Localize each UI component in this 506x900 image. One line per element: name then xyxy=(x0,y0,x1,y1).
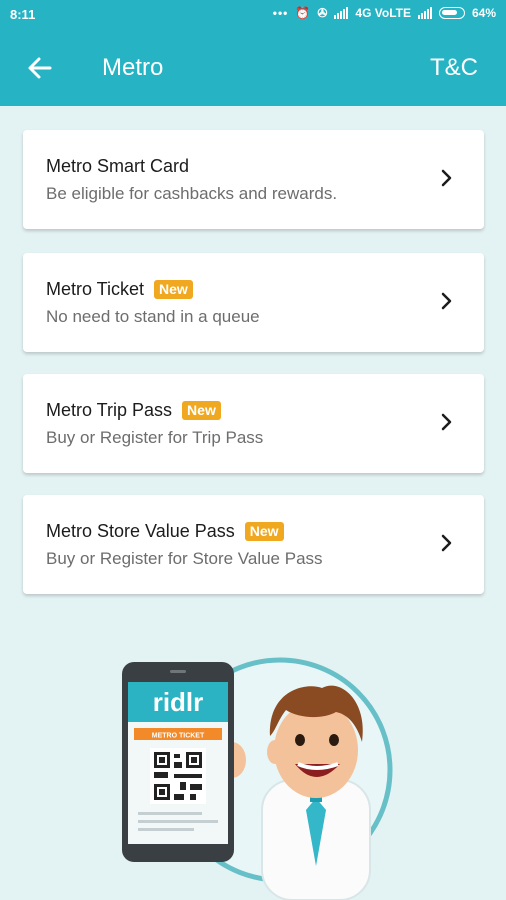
network-type: 4G VoLTE xyxy=(355,6,411,20)
back-arrow-icon[interactable] xyxy=(24,52,56,84)
battery-icon xyxy=(438,7,465,19)
chevron-right-icon xyxy=(441,413,452,431)
card-title: Metro Ticket xyxy=(46,279,145,299)
tnc-button[interactable]: T&C xyxy=(430,54,478,82)
page-title: Metro xyxy=(102,54,164,81)
new-badge: New xyxy=(244,522,284,541)
ticket-label: METRO TICKET xyxy=(152,733,205,740)
card-title: Metro Smart Card xyxy=(46,156,190,176)
status-bar: 8:11 ••• ⏰ ✇ 4G VoLTE 64% xyxy=(0,0,506,30)
metro-store-value-pass-option[interactable]: Metro Store Value Pass New Buy or Registe… xyxy=(23,495,484,594)
status-time: 8:11 xyxy=(10,7,36,22)
new-badge: New xyxy=(182,401,221,420)
signal-icon-2 xyxy=(417,7,432,19)
card-subtitle: Buy or Register for Trip Pass xyxy=(46,428,264,447)
card-subtitle: No need to stand in a queue xyxy=(46,307,260,326)
chevron-right-icon xyxy=(441,292,452,310)
card-subtitle: Buy or Register for Store Value Pass xyxy=(46,549,323,568)
metro-ticket-illustration: ridlr METRO TICKET xyxy=(122,657,393,900)
app-bar: Metro T&C xyxy=(0,30,506,106)
chevron-right-icon xyxy=(441,534,452,552)
alarm-icon: ⏰ xyxy=(295,6,311,20)
signal-icon xyxy=(334,7,349,19)
card-title: Metro Store Value Pass xyxy=(46,521,235,541)
metro-smart-card-option[interactable]: Metro Smart Card Be eligible for cashbac… xyxy=(23,130,484,229)
metro-trip-pass-option[interactable]: Metro Trip Pass New Buy or Register for T… xyxy=(23,374,484,473)
brand-logo: ridlr xyxy=(153,687,204,717)
more-notifications-icon: ••• xyxy=(272,6,289,20)
card-subtitle: Be eligible for cashbacks and rewards. xyxy=(46,184,338,203)
battery-level: 64% xyxy=(471,6,496,20)
vibrate-icon: ✇ xyxy=(317,6,328,20)
phone-illustration: ridlr METRO TICKET xyxy=(122,662,234,862)
card-title: Metro Trip Pass xyxy=(46,400,173,420)
chevron-right-icon xyxy=(441,169,452,187)
metro-ticket-option[interactable]: Metro Ticket New No need to stand in a qu… xyxy=(23,253,484,352)
new-badge: New xyxy=(154,280,193,299)
